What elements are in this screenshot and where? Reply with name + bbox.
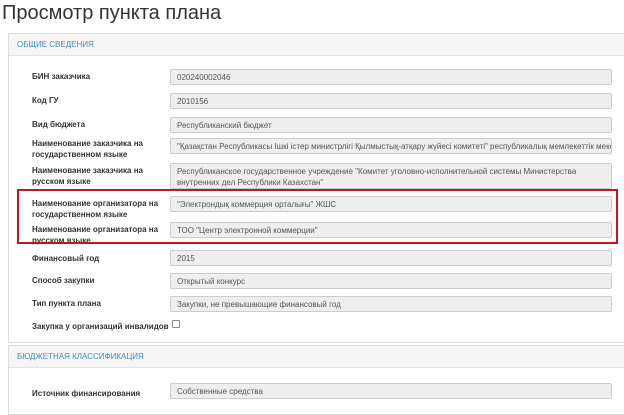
customer-name-kz-field[interactable]: "Қазақстан Республикасы Ішкі істер минис… [170,138,612,154]
organizer-name-kz-field[interactable]: "Электрондық коммерция орталығы" ЖШС [170,196,612,212]
plan-item-type-field[interactable]: Закупки, не превышающие финансовый год [170,296,612,312]
customer-name-ru-label: Наименование заказчика на русском языке [32,166,143,186]
customer-name-ru-field[interactable]: Республиканское государственное учрежден… [170,163,612,189]
procurement-method-label: Способ закупки [32,276,95,285]
funding-source-label: Источник финансирования [32,389,141,398]
disabled-orgs-checkbox[interactable] [172,320,180,328]
general-info-heading: ОБЩИЕ СВЕДЕНИЯ [9,34,624,56]
budget-type-label: Вид бюджета [32,120,86,129]
organizer-name-kz-label: Наименование организатора на государстве… [32,199,159,219]
page-title: Просмотр пункта плана [2,2,222,24]
funding-source-field[interactable]: Собственные средства [170,383,612,399]
gu-code-label: Код ГУ [32,96,59,105]
bin-label: БИН заказчика [32,72,91,81]
bin-field[interactable]: 020240002046 [170,69,612,85]
organizer-name-ru-field[interactable]: ТОО "Центр электронной коммерции" [170,222,612,238]
plan-item-type-label: Тип пункта плана [32,299,101,308]
budget-classification-heading: БЮДЖЕТНАЯ КЛАССИФИКАЦИЯ [9,346,624,368]
customer-name-kz-label: Наименование заказчика на государственно… [32,139,143,159]
budget-classification-panel: БЮДЖЕТНАЯ КЛАССИФИКАЦИЯ Источник финанси… [8,345,624,415]
general-info-panel: ОБЩИЕ СВЕДЕНИЯ БИН заказчика 02024000204… [8,33,624,343]
budget-type-field[interactable]: Республиканский бюджет [170,117,612,133]
gu-code-field[interactable]: 2010156 [170,93,612,109]
procurement-method-field[interactable]: Открытый конкурс [170,273,612,289]
financial-year-label: Финансовый год [32,254,100,263]
organizer-name-ru-label: Наименование организатора на русском язы… [32,225,159,245]
disabled-orgs-label: Закупка у организаций инвалидов [32,322,169,331]
financial-year-field[interactable]: 2015 [170,250,612,266]
